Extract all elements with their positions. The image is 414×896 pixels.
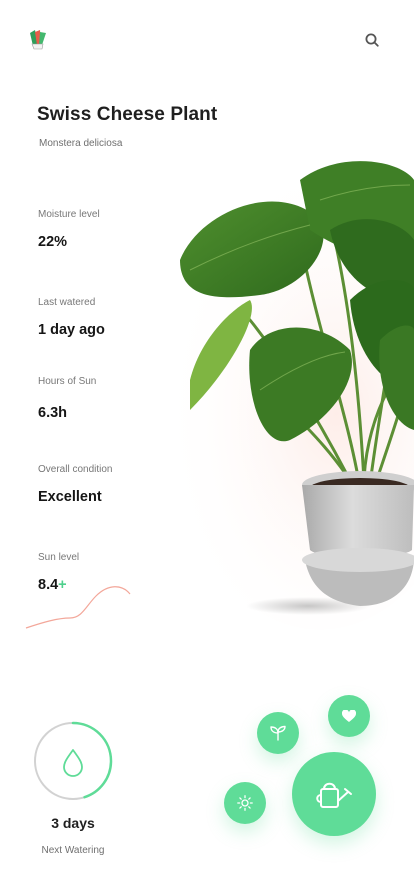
hours-of-sun-label: Hours of Sun xyxy=(38,376,97,387)
moisture-level-label: Moisture level xyxy=(38,209,100,220)
heart-icon xyxy=(342,709,356,722)
page-title: Swiss Cheese Plant xyxy=(37,104,218,125)
overall-condition-value: Excellent xyxy=(38,489,102,505)
plant-latin-name: Monstera deliciosa xyxy=(39,138,123,149)
next-watering-gauge xyxy=(33,721,113,801)
watering-can-icon xyxy=(316,782,352,808)
overall-condition-label: Overall condition xyxy=(38,464,113,475)
sun-icon xyxy=(237,795,253,811)
sprout-icon xyxy=(270,725,286,741)
plant-logo-icon[interactable] xyxy=(26,27,50,51)
water-drop-icon xyxy=(63,749,83,777)
monstera-plant-image xyxy=(160,150,414,630)
favorite-button[interactable] xyxy=(328,695,370,737)
sunlight-button[interactable] xyxy=(224,782,266,824)
next-watering-label: Next Watering xyxy=(41,845,105,856)
last-watered-value: 1 day ago xyxy=(38,322,105,338)
next-watering-value: 3 days xyxy=(51,815,95,831)
hours-of-sun-value: 6.3h xyxy=(38,405,68,421)
water-plant-button[interactable] xyxy=(292,752,376,836)
last-watered-label: Last watered xyxy=(38,297,96,308)
moisture-level-value: 22% xyxy=(38,234,68,250)
search-icon[interactable] xyxy=(364,32,380,48)
sun-level-label: Sun level xyxy=(38,552,80,563)
plant-care-button[interactable] xyxy=(257,712,299,754)
sun-level-sparkline xyxy=(25,586,131,629)
